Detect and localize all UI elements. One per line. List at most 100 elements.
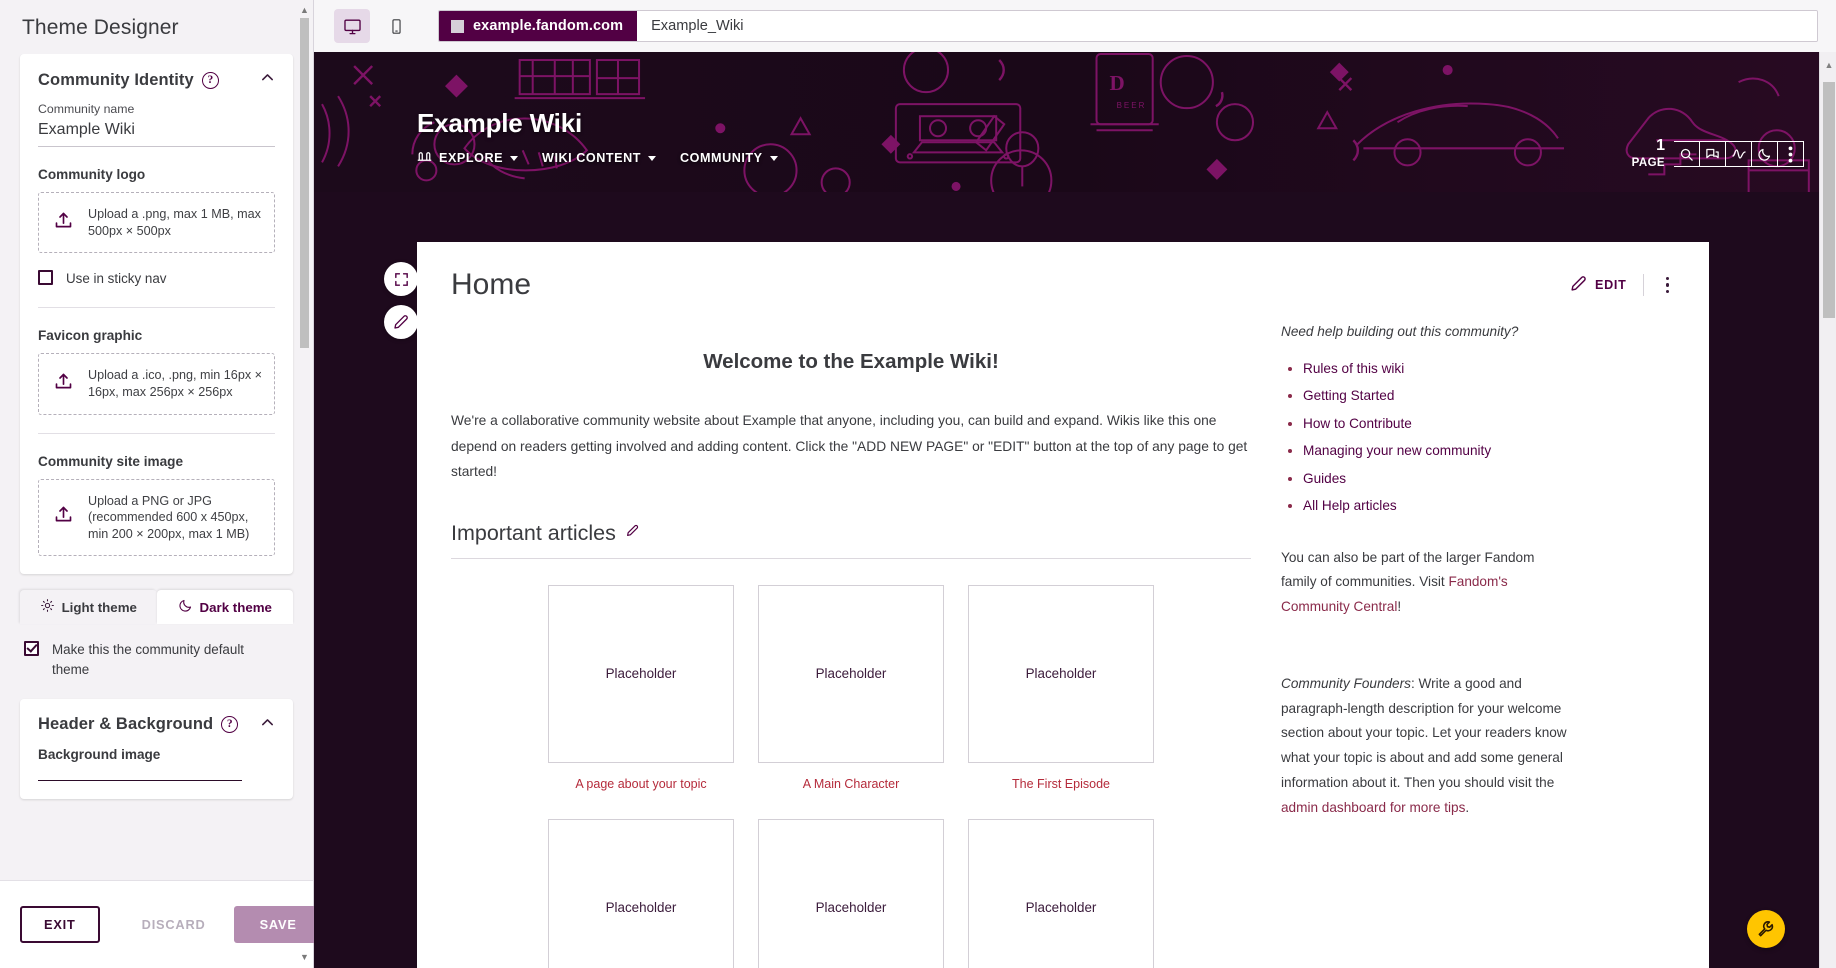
site-image-upload[interactable]: Upload a PNG or JPG (recommended 600 x 4… — [38, 478, 275, 557]
article-card-placeholder: Placeholder — [968, 584, 1154, 763]
designer-scroll-area: Community Identity ? Community name Comm… — [0, 54, 313, 880]
preview-viewport: D BEER Example Wiki EXPLORE WIKI CONTENT… — [314, 52, 1836, 968]
panel-title: Theme Designer — [22, 16, 179, 39]
kebab-icon[interactable] — [1778, 141, 1804, 167]
article-card[interactable]: Placeholder — [758, 818, 944, 968]
scrollbar-thumb[interactable] — [1823, 82, 1835, 318]
url-bar[interactable]: example.fandom.com Example_Wiki — [438, 10, 1818, 42]
help-link[interactable]: Managing your new community — [1303, 443, 1491, 458]
community-logo-upload-text: Upload a .png, max 1 MB, max 500px × 500… — [88, 207, 261, 238]
background-image-divider — [38, 779, 242, 781]
help-link[interactable]: Guides — [1303, 471, 1346, 486]
nav-item-explore[interactable]: EXPLORE — [417, 150, 519, 166]
edit-theme-button[interactable] — [384, 305, 418, 339]
search-icon[interactable] — [1674, 141, 1700, 167]
designer-scrollbar[interactable]: ▲ ▼ — [300, 6, 309, 962]
section-edit-icon[interactable] — [626, 524, 639, 542]
exit-button[interactable]: EXIT — [20, 906, 100, 943]
help-link[interactable]: All Help articles — [1303, 498, 1397, 513]
tab-dark-theme[interactable]: Dark theme — [156, 590, 293, 625]
article-kebab-icon[interactable] — [1660, 273, 1676, 298]
desktop-view-button[interactable] — [334, 9, 370, 43]
list-item[interactable]: Guides — [1303, 465, 1571, 492]
chevron-up-icon[interactable] — [260, 715, 275, 735]
list-item[interactable]: Getting Started — [1303, 382, 1571, 409]
url-path-input[interactable]: Example_Wiki — [637, 11, 1817, 41]
chevron-down-icon — [648, 155, 656, 161]
header-background-card: Header & Background ? Background image — [20, 698, 293, 799]
article-card[interactable]: Placeholder — [548, 818, 734, 968]
discussion-icon[interactable] — [1700, 141, 1726, 167]
community-name-label: Community name — [38, 102, 135, 116]
discard-button[interactable]: DISCARD — [124, 908, 224, 941]
help-question: Need help building out this community? — [1281, 324, 1519, 339]
nav-item-wiki-content-label: WIKI CONTENT — [542, 151, 641, 165]
list-item[interactable]: Managing your new community — [1303, 437, 1571, 464]
default-theme-checkbox[interactable] — [24, 641, 39, 657]
article-card[interactable]: Placeholder The First Episode — [968, 584, 1154, 791]
mobile-view-button[interactable] — [378, 9, 414, 43]
default-theme-section: Make this the community default theme — [20, 640, 293, 680]
important-articles-header: Important articles — [451, 521, 1251, 546]
site-image-label: Community site image — [38, 453, 184, 469]
article-side-column: Need help building out this community? R… — [1281, 324, 1571, 968]
moon-icon[interactable] — [1752, 141, 1778, 167]
favicon-upload-text: Upload a .ico, .png, min 16px × 16px, ma… — [88, 368, 262, 399]
upload-icon — [53, 210, 74, 236]
list-item[interactable]: All Help articles — [1303, 492, 1571, 519]
community-founders-text: : Write a good and paragraph-length desc… — [1281, 675, 1567, 790]
wiki-header: D BEER Example Wiki EXPLORE WIKI CONTENT… — [314, 52, 1819, 192]
header-background-header[interactable]: Header & Background ? — [38, 715, 275, 735]
community-identity-header[interactable]: Community Identity ? — [38, 70, 275, 90]
scrollbar-thumb[interactable] — [300, 18, 309, 348]
article-card[interactable]: Placeholder A page about your topic — [548, 584, 734, 791]
help-links-list: Rules of this wiki Getting Started How t… — [1303, 355, 1571, 520]
scroll-up-arrow[interactable]: ▲ — [300, 6, 309, 15]
sun-icon — [40, 598, 55, 616]
nav-item-explore-label: EXPLORE — [439, 151, 504, 165]
nav-item-wiki-content[interactable]: WIKI CONTENT — [542, 151, 656, 165]
default-theme-checkbox-row[interactable]: Make this the community default theme — [24, 640, 289, 680]
admin-dashboard-link[interactable]: admin dashboard for more tips — [1281, 800, 1465, 815]
list-item[interactable]: Rules of this wiki — [1303, 355, 1571, 382]
scroll-up-arrow[interactable]: ▲ — [1824, 60, 1834, 70]
chevron-up-icon[interactable] — [260, 70, 275, 90]
community-name-input[interactable] — [38, 118, 275, 147]
tab-dark-theme-label: Dark theme — [199, 599, 272, 615]
article-card-caption[interactable]: A page about your topic — [548, 777, 734, 791]
wiki-title: Example Wiki — [417, 108, 582, 138]
preview-scrollbar[interactable]: ▲ — [1819, 52, 1836, 968]
help-link[interactable]: How to Contribute — [1303, 416, 1412, 431]
favicon-upload[interactable]: Upload a .ico, .png, min 16px × 16px, ma… — [38, 353, 275, 415]
activity-icon[interactable] — [1726, 141, 1752, 167]
article-card-caption[interactable]: A Main Character — [758, 777, 944, 791]
article-card-caption[interactable]: The First Episode — [968, 777, 1154, 791]
help-icon[interactable]: ? — [201, 71, 219, 89]
favicon-label: Favicon graphic — [38, 328, 143, 344]
list-item[interactable]: How to Contribute — [1303, 410, 1571, 437]
fandom-family-paragraph: You can also be part of the larger Fando… — [1281, 546, 1571, 620]
save-button[interactable]: SAVE — [233, 906, 323, 943]
community-logo-upload[interactable]: Upload a .png, max 1 MB, max 500px × 500… — [38, 192, 275, 254]
article-card-placeholder: Placeholder — [548, 818, 734, 968]
scroll-down-arrow[interactable]: ▼ — [300, 953, 309, 962]
default-theme-label: Make this the community default theme — [52, 642, 245, 678]
article-card[interactable]: Placeholder A Main Character — [758, 584, 944, 791]
edit-button[interactable]: EDIT — [1570, 275, 1627, 295]
wrench-icon[interactable] — [1747, 910, 1785, 948]
nav-item-community[interactable]: COMMUNITY — [680, 151, 778, 165]
preview-toolbar: example.fandom.com Example_Wiki — [314, 0, 1836, 52]
help-icon[interactable]: ? — [221, 716, 239, 734]
help-link[interactable]: Getting Started — [1303, 388, 1394, 403]
fullscreen-preview-button[interactable] — [384, 262, 418, 296]
article-card[interactable]: Placeholder — [968, 818, 1154, 968]
tab-light-theme[interactable]: Light theme — [20, 590, 157, 625]
help-link[interactable]: Rules of this wiki — [1303, 361, 1404, 376]
sticky-nav-checkbox[interactable] — [38, 270, 53, 286]
welcome-heading: Welcome to the Example Wiki! — [703, 350, 999, 373]
page-count-number: 1 — [1656, 137, 1665, 154]
sticky-nav-checkbox-row[interactable]: Use in sticky nav — [38, 269, 275, 289]
important-articles-row-2: Placeholder Placeholder Placeholder — [451, 818, 1251, 968]
theme-tabs: Light theme Dark theme — [20, 590, 293, 625]
wiki-page: D BEER Example Wiki EXPLORE WIKI CONTENT… — [314, 52, 1819, 968]
